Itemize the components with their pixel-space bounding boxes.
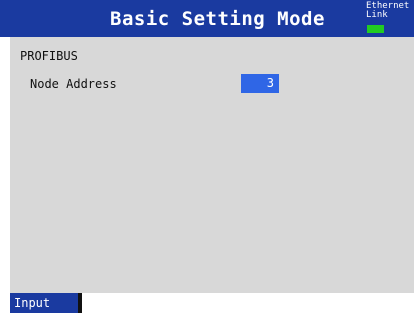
node-address-field[interactable]: 3 [241, 74, 279, 93]
screen: Basic Setting Mode Ethernet Link PROFIBU… [0, 0, 414, 313]
link-status-led-icon [367, 25, 384, 33]
section-title: PROFIBUS [20, 49, 78, 63]
ethernet-link-indicator: Ethernet Link [366, 2, 409, 20]
page-title: Basic Setting Mode [110, 8, 325, 30]
softkey-bar: Input [0, 293, 414, 313]
node-address-label: Node Address [30, 77, 117, 91]
settings-panel: PROFIBUS Node Address 3 [10, 37, 414, 293]
link-label: Link [366, 10, 388, 20]
input-softkey-button[interactable]: Input [10, 293, 82, 313]
title-bar: Basic Setting Mode Ethernet Link [0, 0, 414, 37]
